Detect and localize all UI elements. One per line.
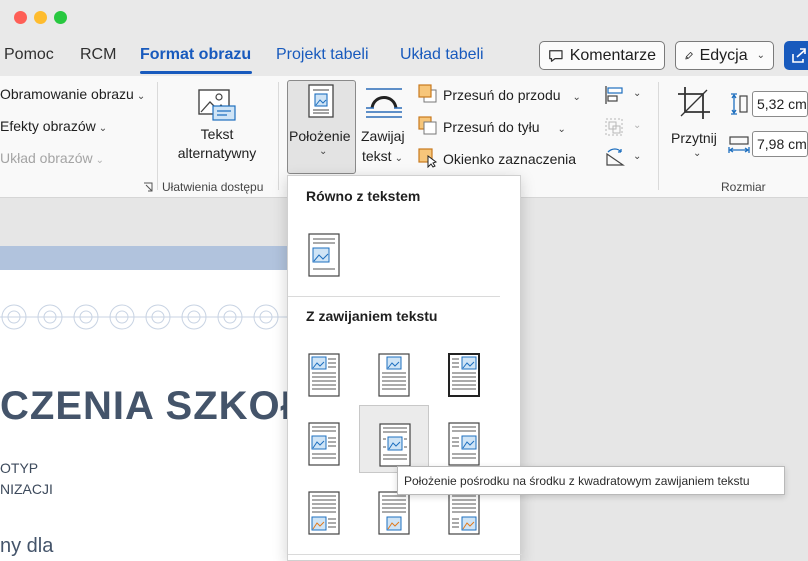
option-top-right[interactable] bbox=[429, 336, 499, 404]
bring-forward-button[interactable]: Przesuń do przodu ⌄ bbox=[443, 87, 581, 103]
bring-forward-icon bbox=[418, 84, 437, 103]
height-icon bbox=[731, 93, 748, 115]
chevron-down-icon: ⌄ bbox=[136, 91, 146, 102]
option-middle-center[interactable] bbox=[359, 405, 429, 473]
minimize-window-button[interactable] bbox=[34, 11, 47, 24]
picture-border-label: Obramowanie obrazu bbox=[0, 86, 134, 102]
accessibility-group-label: Ułatwienia dostępu bbox=[162, 180, 264, 194]
document-line-2[interactable]: NIZACJI bbox=[0, 481, 53, 497]
wrap-text-label-2: tekst bbox=[362, 148, 392, 164]
top-left-layout-icon bbox=[308, 353, 340, 397]
align-icon[interactable] bbox=[604, 85, 626, 105]
menu-separator bbox=[288, 554, 522, 555]
menu-separator bbox=[288, 296, 500, 297]
crop-button-label[interactable]: Przytnij bbox=[671, 130, 717, 146]
comments-button-label: Komentarze bbox=[569, 46, 656, 64]
rotate-icon[interactable] bbox=[604, 148, 626, 168]
alt-text-icon bbox=[198, 89, 236, 121]
selection-pane-button[interactable]: Okienko zaznaczenia bbox=[443, 151, 576, 167]
height-input[interactable]: 5,32 cm bbox=[752, 91, 808, 117]
option-middle-left[interactable] bbox=[289, 405, 359, 473]
group-separator bbox=[658, 82, 659, 190]
dialog-launcher-icon[interactable] bbox=[143, 182, 153, 192]
option-bottom-left[interactable] bbox=[289, 474, 359, 542]
selection-pane-icon bbox=[418, 148, 438, 168]
picture-border-button[interactable]: Obramowanie obrazu ⌄ bbox=[0, 86, 145, 102]
top-right-layout-icon bbox=[448, 353, 480, 397]
group-objects-icon[interactable] bbox=[604, 117, 626, 137]
option-inline-with-text[interactable] bbox=[289, 216, 359, 284]
pencil-icon bbox=[685, 51, 693, 59]
alt-text-label-2: alternatywny bbox=[177, 145, 257, 161]
wrap-text-label-1[interactable]: Zawijaj bbox=[361, 128, 405, 144]
zoom-window-button[interactable] bbox=[54, 11, 67, 24]
picture-effects-button[interactable]: Efekty obrazów ⌄ bbox=[0, 118, 107, 134]
bring-forward-label: Przesuń do przodu bbox=[443, 87, 561, 103]
editing-mode-button[interactable]: Edycja ⌄ bbox=[675, 41, 774, 70]
alt-text-button[interactable]: Tekst alternatywny bbox=[157, 126, 277, 161]
bottom-right-layout-icon bbox=[448, 491, 480, 535]
picture-layout-button[interactable]: Układ obrazów ⌄ bbox=[0, 150, 104, 166]
picture-layout-label: Układ obrazów bbox=[0, 150, 93, 166]
comment-icon bbox=[549, 49, 563, 62]
middle-right-layout-icon bbox=[448, 422, 480, 466]
chevron-down-icon: ⌄ bbox=[572, 92, 581, 103]
tab-table-design[interactable]: Projekt tabeli bbox=[276, 46, 369, 64]
ribbon-tabs: Pomoc RCM Format obrazu Projekt tabeli U… bbox=[0, 36, 808, 76]
chevron-down-icon: ⌄ bbox=[633, 88, 642, 99]
option-top-center[interactable] bbox=[359, 336, 429, 404]
send-backward-button[interactable]: Przesuń do tyłu ⌄ bbox=[443, 119, 566, 135]
chevron-down-icon: ⌄ bbox=[633, 120, 642, 131]
inline-section-heading: Równo z tekstem bbox=[306, 188, 421, 204]
document-line-1[interactable]: OTYP bbox=[0, 460, 38, 476]
send-backward-label: Przesuń do tyłu bbox=[443, 119, 540, 135]
width-icon bbox=[728, 136, 750, 153]
wrap-section-heading: Z zawijaniem tekstu bbox=[306, 308, 438, 324]
tab-rcm[interactable]: RCM bbox=[80, 46, 116, 64]
chevron-down-icon: ⌄ bbox=[394, 153, 403, 164]
wrap-text-icon bbox=[366, 88, 402, 118]
active-tab-indicator bbox=[140, 71, 252, 74]
document-subheading[interactable]: ny dla bbox=[0, 535, 53, 558]
share-button[interactable] bbox=[784, 41, 808, 70]
document-heading[interactable]: CZENIA SZKOŁY bbox=[0, 384, 334, 429]
bottom-center-layout-icon bbox=[378, 491, 410, 535]
editing-mode-label: Edycja bbox=[699, 46, 748, 64]
alt-text-label-1: Tekst bbox=[200, 126, 234, 142]
decorative-border-pattern bbox=[0, 304, 287, 330]
window-titlebar bbox=[0, 0, 808, 36]
top-center-layout-icon bbox=[378, 353, 410, 397]
option-top-left[interactable] bbox=[289, 336, 359, 404]
chevron-down-icon: ⌄ bbox=[319, 146, 328, 157]
inline-layout-icon bbox=[308, 233, 340, 277]
hover-tooltip: Położenie pośrodku na środku z kwadratow… bbox=[397, 466, 785, 495]
chevron-down-icon: ⌄ bbox=[756, 50, 765, 61]
send-backward-icon bbox=[418, 116, 437, 135]
position-icon bbox=[308, 84, 334, 118]
bottom-left-layout-icon bbox=[308, 491, 340, 535]
picture-effects-label: Efekty obrazów bbox=[0, 118, 96, 134]
comments-button[interactable]: Komentarze bbox=[539, 41, 665, 70]
width-input[interactable]: 7,98 cm bbox=[752, 131, 808, 157]
chevron-down-icon: ⌄ bbox=[95, 155, 104, 166]
middle-left-layout-icon bbox=[308, 422, 340, 466]
close-window-button[interactable] bbox=[14, 11, 27, 24]
position-gallery-dropdown: Równo z tekstem Z zawijaniem tekstu bbox=[287, 175, 522, 561]
middle-center-layout-icon bbox=[379, 423, 411, 467]
chevron-down-icon: ⌄ bbox=[693, 148, 702, 159]
tab-picture-format[interactable]: Format obrazu bbox=[140, 46, 251, 64]
tab-table-layout[interactable]: Układ tabeli bbox=[400, 46, 484, 64]
position-button-label: Położenie bbox=[289, 128, 351, 144]
page-header-band bbox=[0, 246, 287, 270]
tab-help[interactable]: Pomoc bbox=[4, 46, 54, 64]
size-group-label: Rozmiar bbox=[721, 180, 766, 194]
chevron-down-icon: ⌄ bbox=[633, 151, 642, 162]
share-icon bbox=[792, 48, 806, 63]
chevron-down-icon: ⌄ bbox=[98, 123, 108, 134]
wrap-text-button[interactable]: tekst ⌄ bbox=[362, 148, 403, 164]
crop-icon bbox=[678, 87, 710, 119]
option-middle-right[interactable] bbox=[429, 405, 499, 473]
chevron-down-icon: ⌄ bbox=[557, 124, 566, 135]
group-separator bbox=[278, 82, 279, 190]
